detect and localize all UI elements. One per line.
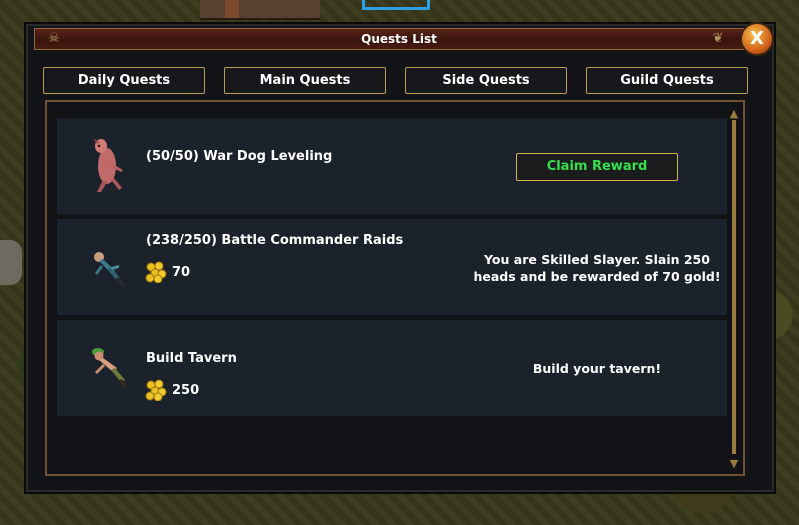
quest-name: (50/50) War Dog Leveling bbox=[146, 149, 333, 164]
scroll-track[interactable] bbox=[732, 120, 736, 454]
quest-row: (50/50) War Dog Leveling Claim Reward bbox=[57, 118, 727, 214]
tab-main-quests[interactable]: Main Quests bbox=[224, 67, 386, 94]
quest-description-line: You are Skilled Slayer. Slain 250 bbox=[484, 252, 710, 267]
scrollbar[interactable]: ▲ ▼ bbox=[727, 108, 741, 470]
quests-window: ☠ Quests List ❦ X Daily Quests Main Ques… bbox=[24, 22, 776, 494]
builder-portrait-icon bbox=[92, 348, 127, 388]
quest-row: Build Tavern 250 Build your tavern! bbox=[57, 320, 727, 416]
ornament-icon: ❦ bbox=[712, 31, 724, 46]
claim-reward-button[interactable]: Claim Reward bbox=[516, 153, 678, 181]
quest-description: Build your tavern! bbox=[457, 360, 737, 377]
tab-side-quests[interactable]: Side Quests bbox=[405, 67, 567, 94]
commander-portrait-icon bbox=[94, 252, 125, 287]
scroll-up-arrow-icon[interactable]: ▲ bbox=[727, 108, 741, 120]
quest-description-line: heads and be rewarded of 70 gold! bbox=[473, 269, 721, 284]
quest-row: (238/250) Battle Commander Raids 70 You … bbox=[57, 219, 727, 315]
window-title: Quests List bbox=[361, 32, 437, 46]
war-dog-portrait-icon bbox=[93, 138, 123, 192]
quest-tabs: Daily Quests Main Quests Side Quests Gui… bbox=[43, 67, 749, 95]
map-selection-marker bbox=[362, 0, 430, 10]
title-bar[interactable]: ☠ Quests List ❦ bbox=[34, 28, 764, 50]
background-rock bbox=[0, 240, 22, 285]
close-button[interactable]: X bbox=[740, 22, 774, 56]
tab-guild-quests[interactable]: Guild Quests bbox=[586, 67, 748, 94]
gold-coins-icon bbox=[145, 379, 167, 401]
quest-description: You are Skilled Slayer. Slain 250 heads … bbox=[457, 251, 737, 285]
quest-name: (238/250) Battle Commander Raids bbox=[146, 233, 404, 248]
scroll-down-arrow-icon[interactable]: ▼ bbox=[727, 458, 741, 470]
background-building bbox=[200, 0, 320, 20]
quest-name: Build Tavern bbox=[146, 351, 237, 366]
gold-coins-icon bbox=[145, 261, 167, 283]
background-post bbox=[225, 0, 239, 18]
quest-list-panel: (50/50) War Dog Leveling Claim Reward (2… bbox=[45, 100, 745, 476]
reward-amount: 250 bbox=[172, 383, 200, 398]
reward-amount: 70 bbox=[172, 265, 191, 280]
tab-daily-quests[interactable]: Daily Quests bbox=[43, 67, 205, 94]
quest-description-line: Build your tavern! bbox=[532, 361, 662, 376]
